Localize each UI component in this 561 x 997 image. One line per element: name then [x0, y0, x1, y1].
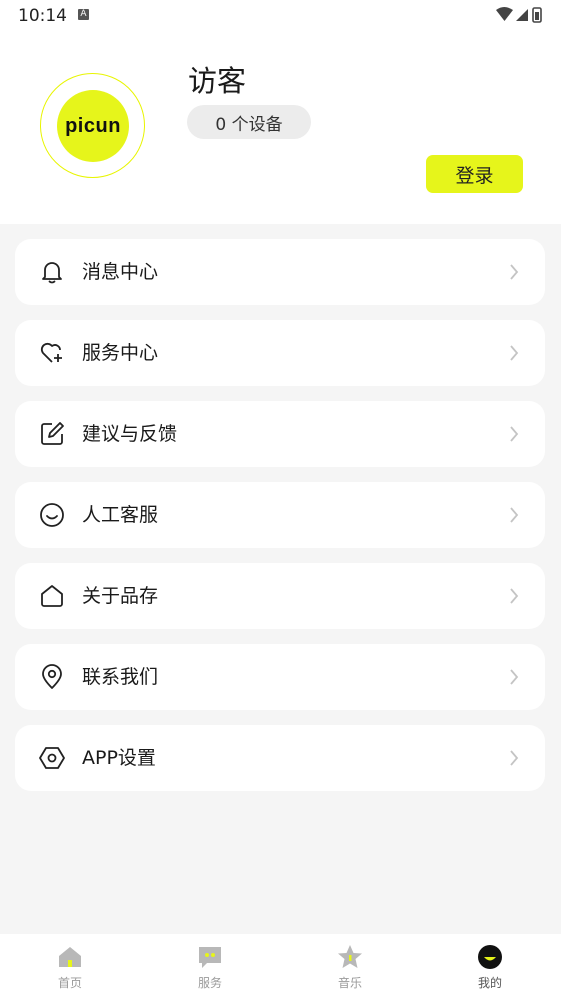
menu-item-feedback[interactable]: 建议与反馈	[15, 401, 545, 467]
chevron-right-icon	[510, 750, 519, 766]
heart-plus-icon	[40, 342, 62, 363]
menu-item-app-settings[interactable]: APP设置	[15, 725, 545, 791]
wifi-icon	[496, 7, 513, 21]
chevron-right-icon	[510, 426, 519, 442]
tab-music[interactable]: 音乐	[280, 934, 420, 997]
bell-icon	[42, 262, 62, 284]
chevron-right-icon	[510, 669, 519, 685]
location-icon	[42, 664, 62, 689]
home-tab-icon	[59, 947, 81, 967]
smile-icon	[40, 503, 64, 527]
chevron-right-icon	[510, 264, 519, 280]
login-button[interactable]: 登录	[426, 155, 523, 193]
tab-label: 我的	[477, 976, 502, 990]
brand-logo: picun	[57, 90, 129, 162]
menu-list: 消息中心 服务中心 建议与反馈 人工客服 关于品存 联系我们 APP设置	[15, 239, 545, 806]
chevron-right-icon	[510, 588, 519, 604]
menu-item-contact[interactable]: 联系我们	[15, 644, 545, 710]
star-tab-icon	[338, 945, 362, 968]
menu-item-customer-service[interactable]: 人工客服	[15, 482, 545, 548]
bottom-tab-bar: 首页 服务 音乐 我的	[0, 934, 561, 997]
device-count-badge[interactable]: 0 个设备	[187, 105, 311, 139]
menu-item-label: 服务中心	[82, 342, 159, 364]
menu-item-about[interactable]: 关于品存	[15, 563, 545, 629]
face-tab-icon	[478, 945, 502, 969]
notification-icon: A	[78, 9, 89, 20]
tab-service[interactable]: 服务	[140, 934, 280, 997]
tab-label: 服务	[197, 976, 222, 990]
tab-label: 音乐	[337, 976, 362, 990]
tab-label: 首页	[57, 976, 82, 990]
menu-item-service-center[interactable]: 服务中心	[15, 320, 545, 386]
status-time: 10:14	[18, 6, 67, 26]
chevron-right-icon	[510, 345, 519, 361]
menu-item-label: 建议与反馈	[82, 423, 178, 445]
menu-item-label: 人工客服	[82, 504, 159, 526]
tab-mine[interactable]: 我的	[420, 934, 560, 997]
avatar[interactable]: picun	[40, 73, 145, 178]
username: 访客	[188, 64, 247, 98]
tab-home[interactable]: 首页	[0, 934, 140, 997]
menu-item-label: 消息中心	[82, 261, 159, 283]
settings-icon	[39, 747, 65, 769]
menu-item-label: 关于品存	[82, 585, 159, 607]
menu-item-label: APP设置	[82, 747, 156, 769]
chat-tab-icon	[199, 947, 221, 968]
system-status-icons	[496, 7, 542, 23]
profile-header: 10:14 A picun 访客 0 个设备 登录	[0, 0, 561, 224]
edit-icon	[41, 422, 64, 445]
signal-icon	[516, 9, 528, 21]
menu-item-label: 联系我们	[82, 666, 159, 688]
menu-item-messages[interactable]: 消息中心	[15, 239, 545, 305]
status-bar: 10:14 A	[0, 0, 561, 32]
home-icon	[41, 585, 63, 607]
brand-logo-text: picun	[65, 114, 121, 137]
chevron-right-icon	[510, 507, 519, 523]
